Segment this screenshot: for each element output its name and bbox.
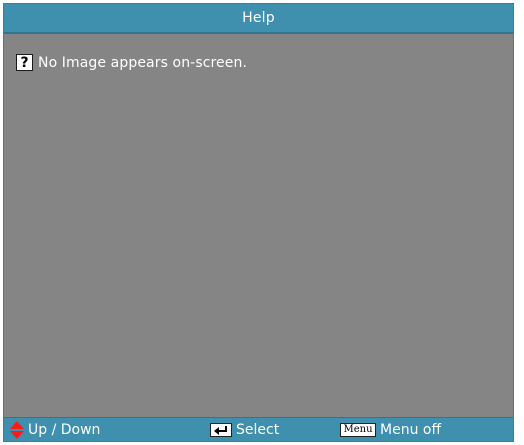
footer-select-hint: Select: [210, 418, 279, 441]
menu-off-label: Menu off: [380, 421, 442, 438]
select-label: Select: [236, 421, 280, 438]
up-down-arrows-icon: [10, 420, 24, 439]
footer-bar: Up / Down Select Menu Menu off: [4, 417, 513, 441]
help-message: No Image appears on-screen.: [38, 54, 248, 71]
footer-up-down-hint: Up / Down: [10, 418, 100, 441]
menu-key-icon: Menu: [340, 422, 376, 437]
question-mark-glyph: ?: [20, 54, 29, 71]
help-item[interactable]: ? No Image appears on-screen.: [16, 54, 247, 71]
footer-menu-off-hint: Menu Menu off: [340, 418, 441, 441]
up-down-label: Up / Down: [28, 421, 101, 438]
window-title: Help: [242, 10, 275, 26]
help-osd-panel: Help ? No Image appears on-screen. Up / …: [3, 3, 514, 442]
question-mark-icon: ?: [16, 54, 33, 71]
title-bar: Help: [4, 4, 513, 34]
enter-key-icon: [210, 422, 232, 437]
